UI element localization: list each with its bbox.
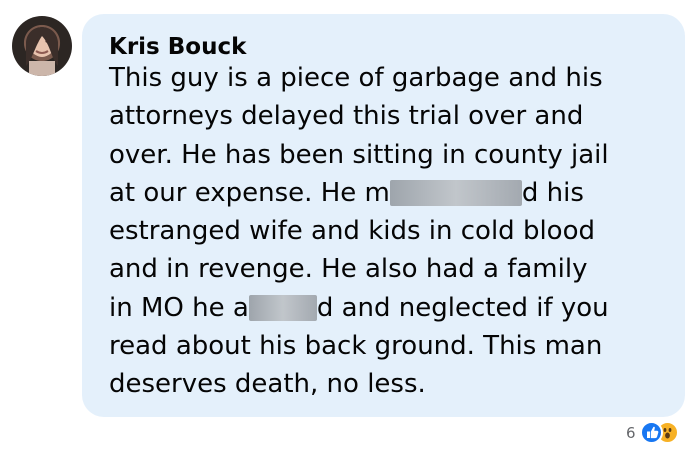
comment-line-7-end: d and neglected if you (316, 292, 609, 323)
avatar[interactable] (12, 16, 72, 76)
comment-line-8: read about his back ground. This man (109, 331, 603, 362)
comment-line-4: at our expense. He m d his (109, 174, 674, 212)
redaction-blur (389, 179, 522, 206)
reaction-icons[interactable] (639, 421, 680, 445)
redaction-blur (248, 294, 317, 321)
comment-text: This guy is a piece of garbage and his a… (109, 59, 674, 404)
comment-line-7: in MO he a d and neglected if you (109, 289, 674, 327)
comment-line-6: and in revenge. He also had a family (109, 254, 588, 285)
comment-line-4-start: at our expense. He m (109, 177, 390, 208)
comment-line-9: deserves death, no less. (109, 369, 426, 400)
comment-line-4-end: d his (521, 177, 584, 208)
comment-line-1: This guy is a piece of garbage and his (109, 63, 603, 93)
reaction-count[interactable]: 6 (626, 424, 636, 442)
like-reaction-icon (639, 421, 663, 444)
profile-photo (26, 27, 58, 76)
comment-line-7-start: in MO he a (109, 292, 249, 323)
comment-line-5: estranged wife and kids in cold blood (109, 216, 595, 247)
comment-author-name[interactable]: Kris Bouck (109, 33, 246, 61)
comment-line-2: attorneys delayed this trial over and (109, 101, 584, 132)
comment-line-3: over. He has been sitting in county jail (109, 139, 609, 170)
reaction-summary[interactable]: 6 (626, 421, 680, 445)
